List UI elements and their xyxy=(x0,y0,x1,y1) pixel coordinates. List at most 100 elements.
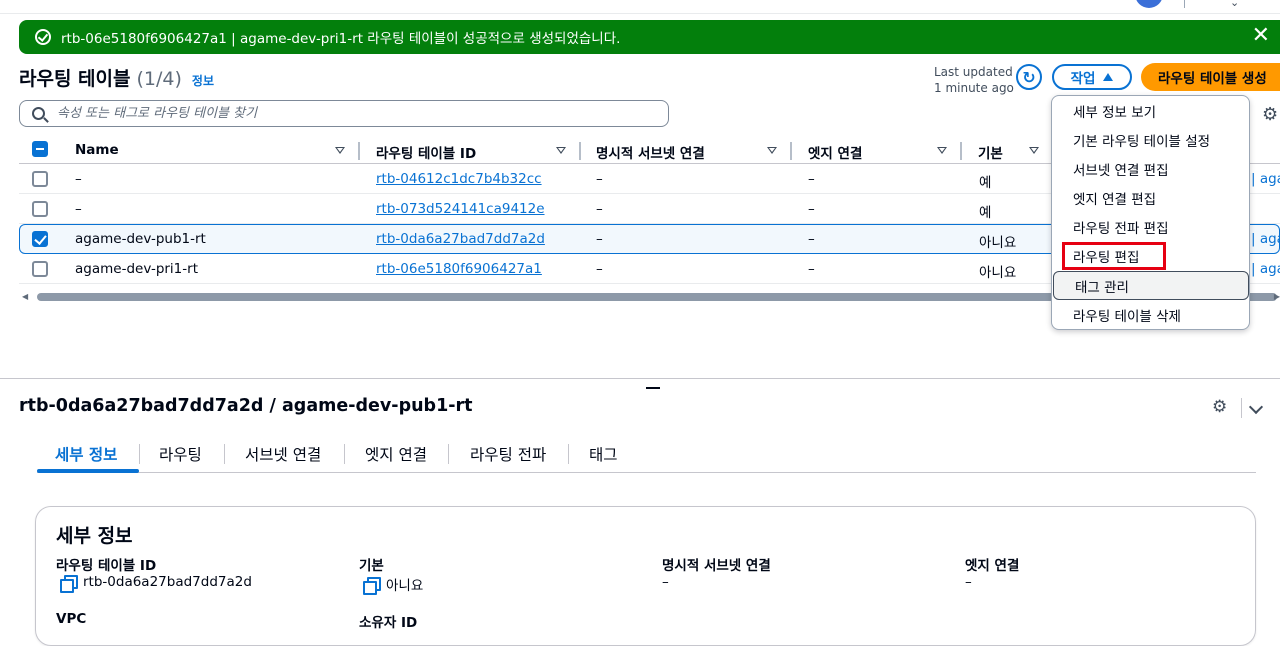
resize-handle-icon[interactable] xyxy=(646,387,660,389)
copy-icon[interactable] xyxy=(60,574,78,593)
menu-item-delete-route-table[interactable]: 라우팅 테이블 삭제 xyxy=(1052,300,1249,329)
row-overflow-link[interactable]: | aga xyxy=(1251,171,1280,187)
refresh-icon: ↻ xyxy=(1022,67,1036,87)
tab-details[interactable]: 세부 정보 xyxy=(55,443,117,465)
row-name: – xyxy=(75,201,82,217)
row-overflow-link[interactable]: | aga xyxy=(1251,261,1280,277)
copy-icon[interactable] xyxy=(363,576,381,595)
page-header: 라우팅 테이블 (1/4) 정보 xyxy=(19,64,214,91)
scroll-right-icon[interactable]: ▶ xyxy=(1274,292,1280,301)
row-checkbox[interactable] xyxy=(32,231,48,247)
tab-divider xyxy=(224,444,225,464)
info-link[interactable]: 정보 xyxy=(192,72,214,89)
menu-item-edit-edge-associations[interactable]: 엣지 연결 편집 xyxy=(1052,183,1249,212)
tab-edge-associations[interactable]: 엣지 연결 xyxy=(365,443,427,465)
menu-item-set-main-route-table[interactable]: 기본 라우팅 테이블 설정 xyxy=(1052,125,1249,154)
create-route-table-button[interactable]: 라우팅 테이블 생성 xyxy=(1141,63,1280,91)
column-resizer[interactable] xyxy=(960,142,962,160)
last-updated-text: Last updated 1 minute ago xyxy=(934,65,1014,95)
row-edge: – xyxy=(808,201,815,217)
top-nav-strip: ⌄ xyxy=(0,0,1280,14)
row-main: 예 xyxy=(979,205,992,221)
column-header-main[interactable]: 기본 xyxy=(978,142,1003,162)
success-flash-banner: rtb-06e5180f6906427a1 | agame-dev-pri1-r… xyxy=(19,20,1280,54)
edge-label: 엣지 연결 xyxy=(965,558,1020,574)
edge-value: – xyxy=(965,574,972,590)
search-box[interactable] xyxy=(19,100,669,127)
route-table-id-label: 라우팅 테이블 ID xyxy=(56,558,157,574)
route-table-id-link[interactable]: rtb-04612c1dc7b4b32cc xyxy=(376,171,542,187)
route-table-id-link[interactable]: rtb-06e5180f6906427a1 xyxy=(376,261,542,277)
selection-count: (1/4) xyxy=(136,68,182,90)
row-edge: – xyxy=(808,261,815,277)
search-input[interactable] xyxy=(57,106,637,121)
annotation-highlight-box xyxy=(1062,242,1166,270)
column-header-explicit-subnet[interactable]: 명시적 서브넷 연결 xyxy=(596,142,705,162)
row-name: agame-dev-pri1-rt xyxy=(75,261,198,277)
tab-divider xyxy=(568,444,569,464)
detail-tabs: 세부 정보 라우팅 서브넷 연결 엣지 연결 라우팅 전파 태그 xyxy=(37,440,1256,473)
main-label: 기본 xyxy=(359,558,384,574)
main-value: 아니요 xyxy=(363,574,423,595)
column-resizer[interactable] xyxy=(790,142,792,160)
route-table-id-link[interactable]: rtb-073d524141ca9412e xyxy=(376,201,545,217)
select-all-checkbox[interactable] xyxy=(32,141,48,157)
row-checkbox[interactable] xyxy=(32,201,48,217)
row-name: agame-dev-pub1-rt xyxy=(75,231,206,247)
column-header-route-table-id[interactable]: 라우팅 테이블 ID xyxy=(376,142,476,162)
explicit-subnet-value: – xyxy=(662,574,669,590)
menu-item-manage-tags[interactable]: 태그 관리 xyxy=(1053,271,1249,300)
chevron-down-icon[interactable] xyxy=(1248,399,1264,415)
page-title: 라우팅 테이블 xyxy=(19,68,131,90)
row-main: 아니요 xyxy=(979,265,1017,281)
menu-item-view-details[interactable]: 세부 정보 보기 xyxy=(1052,96,1249,125)
tab-divider xyxy=(344,444,345,464)
tab-subnet-associations[interactable]: 서브넷 연결 xyxy=(245,443,321,465)
close-icon[interactable]: ✕ xyxy=(1252,23,1270,49)
explicit-subnet-label: 명시적 서브넷 연결 xyxy=(662,558,771,574)
tab-route-propagation[interactable]: 라우팅 전파 xyxy=(470,443,546,465)
row-subnet: – xyxy=(596,201,603,217)
detail-panel-title: rtb-0da6a27bad7dd7a2d / agame-dev-pub1-r… xyxy=(19,396,473,416)
row-main: 아니요 xyxy=(979,235,1017,251)
menu-item-edit-route-propagation[interactable]: 라우팅 전파 편집 xyxy=(1052,212,1249,241)
route-table-id-link[interactable]: rtb-0da6a27bad7dd7a2d xyxy=(376,231,545,247)
row-checkbox[interactable] xyxy=(32,261,48,277)
tab-divider xyxy=(448,444,449,464)
menu-item-edit-subnet-associations[interactable]: 서브넷 연결 편집 xyxy=(1052,154,1249,183)
flash-message: rtb-06e5180f6906427a1 | agame-dev-pri1-r… xyxy=(61,31,621,47)
details-panel: 세부 정보 라우팅 테이블 ID rtb-0da6a27bad7dd7a2d 기… xyxy=(35,506,1256,646)
panel-settings-gear-icon[interactable]: ⚙ xyxy=(1212,397,1227,417)
tab-tags[interactable]: 태그 xyxy=(589,443,618,465)
column-header-name[interactable]: Name xyxy=(75,142,119,158)
row-subnet: – xyxy=(596,231,603,247)
tab-routes[interactable]: 라우팅 xyxy=(159,443,202,465)
actions-dropdown-menu: 세부 정보 보기 기본 라우팅 테이블 설정 서브넷 연결 편집 엣지 연결 편… xyxy=(1051,95,1250,330)
header-divider xyxy=(1241,398,1242,418)
actions-button[interactable]: 작업 xyxy=(1052,64,1132,90)
table-settings-gear-icon[interactable]: ⚙ xyxy=(1262,104,1278,125)
row-subnet: – xyxy=(596,261,603,277)
refresh-button[interactable]: ↻ xyxy=(1016,64,1042,90)
row-subnet: – xyxy=(596,171,603,187)
vpc-label: VPC xyxy=(56,611,87,627)
scroll-left-icon[interactable]: ◀ xyxy=(22,292,28,301)
owner-id-label: 소유자 ID xyxy=(359,615,418,631)
search-icon xyxy=(32,107,45,120)
row-edge: – xyxy=(808,231,815,247)
nav-divider xyxy=(1184,0,1185,8)
column-resizer[interactable] xyxy=(579,142,581,160)
row-edge: – xyxy=(808,171,815,187)
row-overflow-link[interactable]: | aga xyxy=(1251,231,1280,247)
row-main: 예 xyxy=(979,175,992,191)
row-name: – xyxy=(75,171,82,187)
panel-title: 세부 정보 xyxy=(56,525,133,547)
chevron-down-icon[interactable]: ⌄ xyxy=(1230,0,1239,9)
avatar[interactable] xyxy=(1135,0,1163,8)
column-header-edge[interactable]: 엣지 연결 xyxy=(808,142,862,162)
column-resizer[interactable] xyxy=(358,142,360,160)
row-checkbox[interactable] xyxy=(32,171,48,187)
success-check-icon xyxy=(35,29,51,45)
split-panel-divider[interactable] xyxy=(0,378,1280,389)
tab-divider xyxy=(139,444,140,464)
